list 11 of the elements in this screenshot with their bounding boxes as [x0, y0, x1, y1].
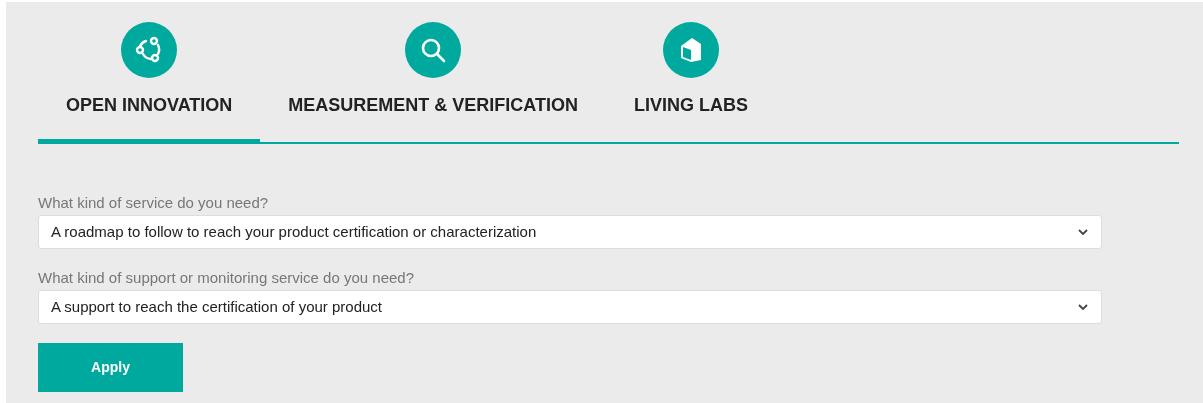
chevron-down-icon [1077, 303, 1089, 311]
chevron-down-icon [1077, 228, 1089, 236]
house-icon [678, 36, 704, 64]
tab[interactable]: LIVING LABS [606, 2, 777, 144]
search-icon [419, 36, 448, 64]
tab[interactable]: OPEN INNOVATION [38, 2, 261, 144]
tab[interactable]: MEASUREMENT & VERIFICATION [260, 2, 606, 144]
field-label: What kind of service do you need? [38, 193, 270, 213]
select-field[interactable]: A roadmap to follow to reach your product certification or characterization [38, 215, 1102, 249]
select-field[interactable]: A support to reach the certification of your product [38, 290, 1102, 324]
field-label: What kind of support or monitoring service do you need? [38, 268, 416, 288]
